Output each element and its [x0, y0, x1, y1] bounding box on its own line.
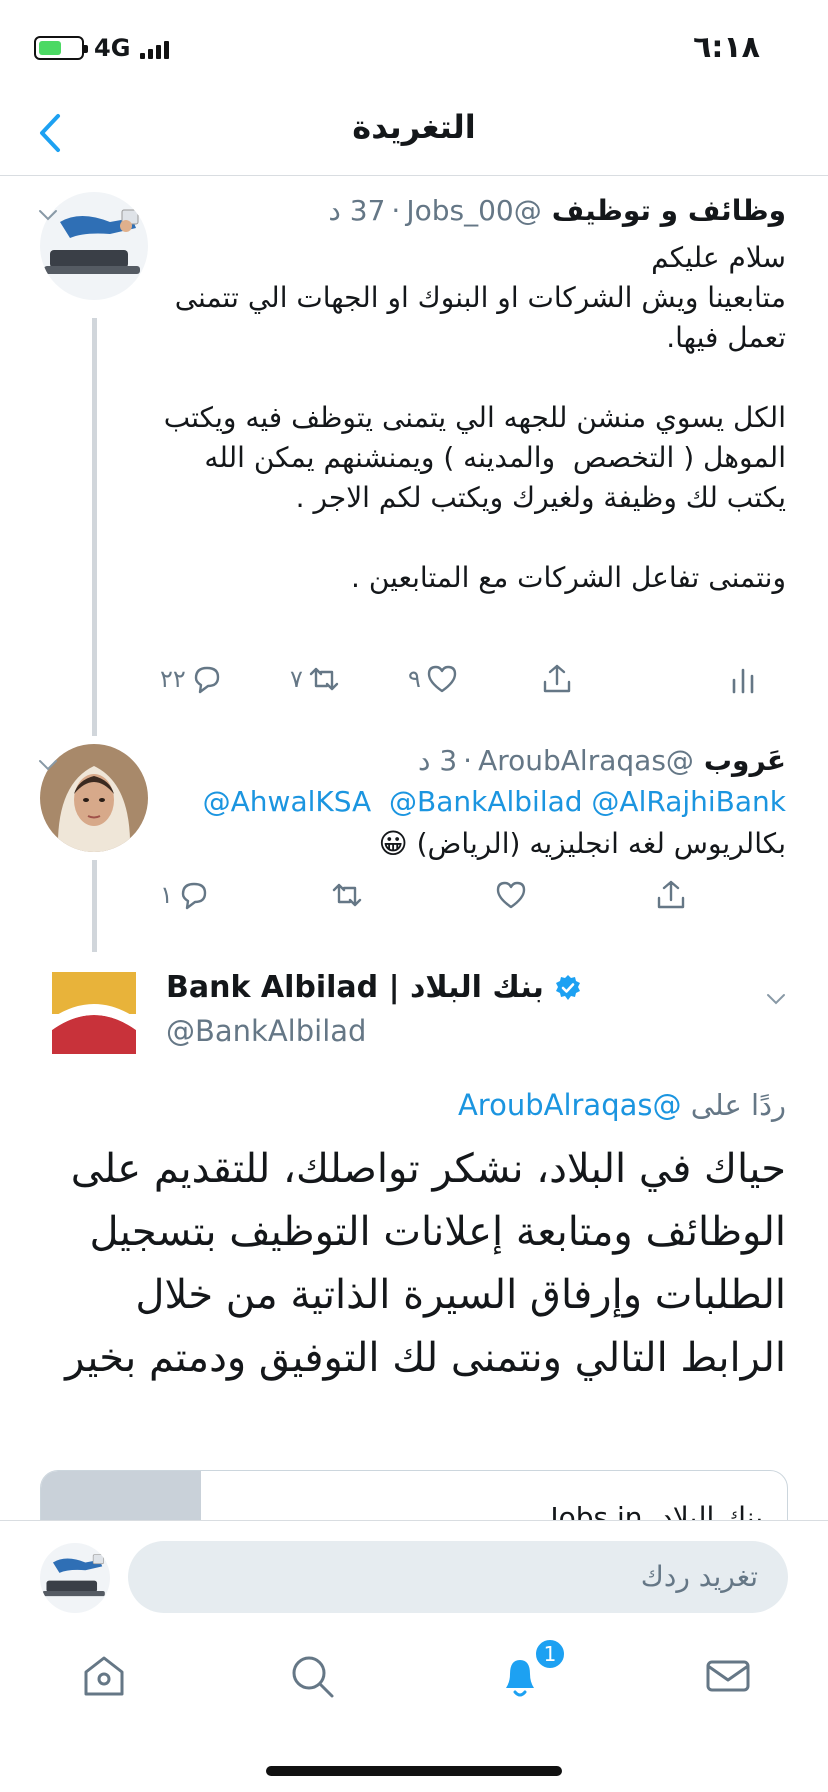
tweet-text: سلام عليكم متابعينا ويش الشركات او البنو…	[163, 241, 786, 594]
status-bar: 4G ٦:١٨	[0, 0, 828, 90]
status-indicators: 4G	[34, 34, 170, 62]
chevron-down-icon[interactable]	[38, 756, 58, 771]
network-type: 4G	[94, 34, 131, 62]
retweet-button[interactable]: ٧	[290, 662, 341, 696]
chevron-down-icon[interactable]	[38, 206, 58, 221]
tweet-header: وظائف و توظيف @Jobs_00 · 37 د	[160, 194, 786, 227]
heart-icon	[427, 665, 457, 693]
main-tweet-text: حياك في البلاد، نشكر تواصلك، للتقديم على…	[65, 1146, 786, 1381]
reply-count: ١	[160, 881, 173, 909]
messages-icon[interactable]	[704, 1652, 752, 1700]
reply-prefix: ردًا على	[690, 1088, 786, 1122]
share-button[interactable]	[540, 662, 574, 696]
signal-icon	[140, 37, 170, 59]
avatar[interactable]	[40, 1543, 110, 1613]
battery-icon	[34, 36, 88, 60]
tab-bar: 1	[0, 1630, 828, 1720]
author-name[interactable]: Bank Albilad | بنك البلاد	[166, 970, 544, 1005]
tweet[interactable]: عَروب @AroubAlraqas · 3 د @AhwalKSA @Ban…	[0, 736, 828, 936]
author-handle[interactable]: @BankAlbilad	[166, 1014, 366, 1048]
retweet-count: ٧	[290, 665, 303, 693]
home-icon[interactable]	[80, 1652, 128, 1700]
home-indicator[interactable]	[266, 1766, 562, 1776]
main-author-name[interactable]: Bank Albilad | بنك البلاد	[166, 970, 582, 1005]
retweet-icon	[309, 667, 339, 691]
nav-bar: التغريدة	[0, 90, 828, 176]
search-icon[interactable]	[288, 1652, 336, 1700]
analytics-button[interactable]	[726, 662, 760, 696]
tweet-time: 3 د	[417, 744, 458, 777]
tweet-header: عَروب @AroubAlraqas · 3 د	[160, 744, 786, 777]
author-name[interactable]: وظائف و توظيف	[552, 194, 786, 227]
reply-icon	[181, 882, 207, 910]
author-name[interactable]: عَروب	[704, 744, 786, 777]
tweet-actions: ١	[160, 878, 786, 918]
reply-input[interactable]: تغريد ردك	[128, 1541, 788, 1613]
like-button[interactable]	[490, 878, 528, 912]
author-handle[interactable]: @AroubAlraqas	[478, 744, 694, 777]
separator-dot: ·	[391, 194, 401, 227]
notification-badge: 1	[534, 1638, 566, 1670]
reply-count: ٢٢	[160, 665, 186, 693]
reply-icon	[194, 666, 219, 694]
like-count: ٩	[408, 665, 421, 693]
page-title: التغريدة	[352, 108, 476, 146]
tweet-time: 37 د	[328, 194, 386, 227]
battery-level	[39, 41, 61, 55]
notifications-icon[interactable]: 1	[496, 1638, 566, 1700]
share-icon	[543, 664, 571, 693]
reply-to-handle[interactable]: @AroubAlraqas	[458, 1088, 682, 1122]
analytics-icon	[732, 668, 754, 694]
heart-icon	[496, 881, 526, 909]
main-tweet-author[interactable]: Bank Albilad | بنك البلاد @BankAlbilad	[52, 968, 786, 1058]
tweet-text: بكالريوس لغه انجليزيه (الرياض) 😀	[378, 827, 786, 860]
verified-icon	[555, 974, 580, 1000]
share-icon	[657, 880, 685, 909]
retweet-button[interactable]	[326, 878, 364, 912]
retweet-icon	[332, 883, 362, 907]
reply-button[interactable]: ٢٢	[160, 662, 224, 696]
tweet-mentions[interactable]: @AhwalKSA @BankAlbilad @AlRajhiBank	[160, 782, 786, 822]
reply-bar: تغريد ردك	[0, 1520, 828, 1630]
chevron-down-icon[interactable]	[766, 990, 786, 1005]
reply-button[interactable]: ١	[160, 878, 211, 912]
reply-context: ردًا على @AroubAlraqas	[458, 1088, 786, 1122]
separator-dot: ·	[463, 744, 473, 777]
like-button[interactable]: ٩	[408, 662, 459, 696]
author-handle[interactable]: @Jobs_00	[406, 194, 541, 227]
tweet-actions: ٢٢ ٧ ٩	[160, 662, 786, 702]
bank-logo[interactable]	[52, 972, 136, 1054]
share-button[interactable]	[654, 878, 688, 912]
tweet[interactable]: وظائف و توظيف @Jobs_00 · 37 د سلام عليكم…	[0, 180, 828, 720]
status-time: ٦:١٨	[693, 30, 760, 65]
